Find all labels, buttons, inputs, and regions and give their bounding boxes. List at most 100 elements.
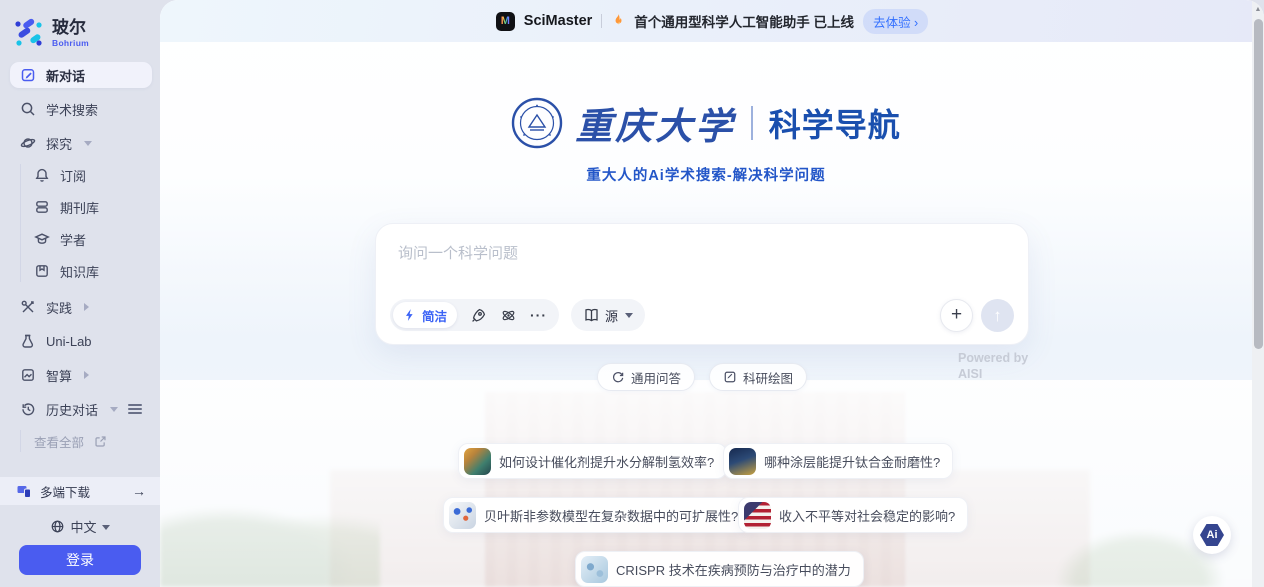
concise-mode-label: 简洁	[422, 306, 447, 325]
brand-logo[interactable]: 玻尔 Bohrium	[14, 18, 160, 48]
hero-tagline: 重大人的Ai学术搜索-解决科学问题	[160, 164, 1252, 185]
try-now-button[interactable]: 去体验 ›	[863, 9, 928, 34]
search-card: 简洁 ··· 源 + ↑	[375, 223, 1029, 345]
send-button[interactable]: ↑	[981, 299, 1014, 332]
suggestion-chip[interactable]: 如何设计催化剂提升水分解制氢效率?	[458, 443, 727, 479]
attach-button[interactable]: +	[940, 299, 973, 332]
scimaster-logo-icon: M	[496, 12, 515, 31]
flask-icon	[20, 333, 36, 349]
powered-line2: AISI	[958, 367, 1028, 383]
question-input[interactable]	[388, 232, 1016, 290]
app-root: 玻尔 Bohrium 新对话 学术搜索 探究 订阅	[0, 0, 1264, 587]
powered-line1: Powered by	[958, 351, 1028, 367]
sidebar-item-label: 知识库	[60, 262, 99, 281]
more-options-icon[interactable]: ···	[530, 307, 547, 323]
bohrium-logo-icon	[14, 18, 44, 48]
sci-drawing-label: 科研绘图	[743, 368, 793, 387]
chevron-right-icon	[84, 303, 89, 311]
hero-logo-row: 重庆大学 科学导航	[160, 96, 1252, 150]
suggestion-chip[interactable]: 哪种涂层能提升钛合金耐磨性?	[723, 443, 953, 479]
sidebar-item-label: 期刊库	[60, 198, 99, 217]
flag-thumbnail-icon	[744, 502, 771, 529]
chevron-right-icon	[84, 371, 89, 379]
language-selector[interactable]: 中文	[0, 515, 160, 537]
search-icon	[20, 101, 36, 117]
rocket-icon[interactable]	[470, 307, 487, 324]
login-button[interactable]: 登录	[19, 545, 141, 575]
sidebar-item-unilab[interactable]: Uni-Lab	[10, 328, 152, 354]
suggestion-chip[interactable]: 贝叶斯非参数模型在复杂数据中的可扩展性?	[443, 497, 751, 533]
source-selector[interactable]: 源	[571, 299, 645, 331]
flame-icon	[611, 13, 625, 29]
sidebar-nav: 新对话 学术搜索 探究 订阅 期刊库	[0, 62, 160, 477]
planet-icon	[20, 135, 36, 151]
bookmark-box-icon	[34, 263, 50, 279]
bell-icon	[34, 167, 50, 183]
university-seal-icon	[511, 97, 563, 149]
collapse-history-icon[interactable]	[128, 404, 142, 414]
product-name: 科学导航	[769, 100, 901, 146]
chevron-down-icon	[110, 407, 118, 412]
new-chat-icon	[20, 67, 36, 83]
chevron-down-icon	[84, 141, 92, 146]
open-book-icon	[583, 307, 600, 324]
language-label: 中文	[70, 517, 96, 536]
scroll-up-icon[interactable]: ▲	[1254, 6, 1262, 13]
sidebar-item-label: 探究	[46, 134, 72, 153]
journal-stack-icon	[34, 199, 50, 215]
promo-banner: M SciMaster 首个通用型科学人工智能助手 已上线 去体验 ›	[160, 0, 1264, 42]
concise-mode-button[interactable]: 简洁	[393, 302, 457, 328]
sidebar-item-academic-search[interactable]: 学术搜索	[10, 96, 152, 122]
sidebar-item-explore[interactable]: 探究	[10, 130, 152, 156]
suggestion-label: 贝叶斯非参数模型在复杂数据中的可扩展性?	[484, 506, 738, 525]
scrollbar[interactable]: ▲	[1252, 0, 1264, 587]
powered-by: Powered by AISI	[958, 351, 1028, 382]
sidebar-item-label: 学者	[60, 230, 86, 249]
sidebar-item-history[interactable]: 历史对话	[10, 396, 152, 422]
refresh-icon	[611, 370, 625, 384]
sidebar-item-subscribe[interactable]: 订阅	[24, 164, 152, 186]
university-name: 重庆大学	[575, 96, 735, 150]
quick-actions: 通用问答 科研绘图	[375, 363, 1029, 391]
history-subgroup: 查看全部	[20, 430, 160, 452]
sidebar-item-label: 新对话	[46, 66, 85, 85]
general-qa-label: 通用问答	[631, 368, 681, 387]
search-toolbar: 简洁 ··· 源 + ↑	[390, 298, 1014, 332]
ai-assistant-button[interactable]: Ai	[1193, 516, 1231, 554]
mode-group: 简洁 ···	[390, 299, 559, 331]
lightning-icon	[403, 308, 417, 322]
atom-icon[interactable]	[500, 307, 517, 324]
suggestion-label: 如何设计催化剂提升水分解制氢效率?	[499, 452, 714, 471]
view-all-link[interactable]: 查看全部	[24, 430, 152, 452]
pencil-box-icon	[723, 370, 737, 384]
toolbar-right: + ↑	[940, 299, 1014, 332]
suggestion-chip[interactable]: CRISPR 技术在疾病预防与治疗中的潜力	[575, 551, 864, 587]
scimaster-brand: SciMaster	[524, 13, 593, 29]
sidebar-item-label: 订阅	[60, 166, 86, 185]
sidebar-bottom: 多端下载 → 中文 登录	[0, 477, 160, 587]
source-label: 源	[605, 306, 618, 325]
crispr-thumbnail-icon	[581, 556, 608, 583]
suggestion-label: 收入不平等对社会稳定的影响?	[779, 506, 955, 525]
clock-history-icon	[20, 401, 36, 417]
sci-drawing-button[interactable]: 科研绘图	[709, 363, 807, 391]
arrow-right-icon: →	[132, 483, 146, 499]
sidebar-item-label: 历史对话	[46, 400, 98, 419]
sidebar-item-practice[interactable]: 实践	[10, 294, 152, 320]
brand-subname: Bohrium	[52, 38, 89, 48]
download-label: 多端下载	[40, 482, 90, 501]
external-link-icon	[94, 435, 107, 448]
coating-thumbnail-icon	[729, 448, 756, 475]
general-qa-button[interactable]: 通用问答	[597, 363, 695, 391]
sidebar-item-journals[interactable]: 期刊库	[24, 196, 152, 218]
sidebar-item-new-chat[interactable]: 新对话	[10, 62, 152, 88]
sidebar-item-knowledge-base[interactable]: 知识库	[24, 260, 152, 282]
multi-device-download[interactable]: 多端下载 →	[0, 477, 160, 505]
explore-subgroup: 订阅 期刊库 学者 知识库	[20, 164, 160, 282]
scrollbar-thumb[interactable]	[1254, 19, 1263, 349]
sidebar-item-scholars[interactable]: 学者	[24, 228, 152, 250]
sidebar-item-smart-compute[interactable]: 智算	[10, 362, 152, 388]
suggestion-chip[interactable]: 收入不平等对社会稳定的影响?	[738, 497, 968, 533]
banner-divider	[601, 14, 602, 28]
sidebar-item-label: Uni-Lab	[46, 334, 92, 349]
